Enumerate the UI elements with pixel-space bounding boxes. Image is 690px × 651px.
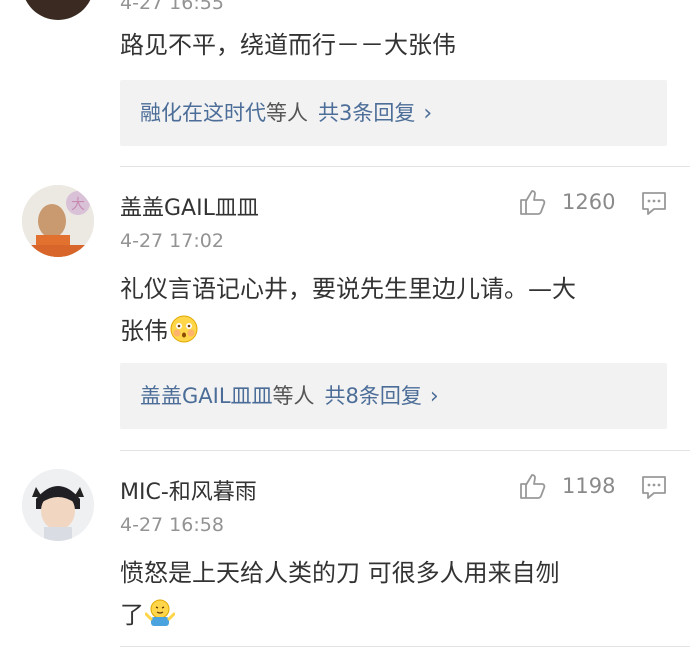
avatar[interactable]: 大 xyxy=(22,185,94,257)
reply-others-label: 等人 xyxy=(272,384,315,408)
reply-count-link[interactable]: 共8条回复 xyxy=(325,384,422,408)
like-count: 1198 xyxy=(562,474,616,498)
avatar[interactable] xyxy=(22,0,94,20)
username[interactable]: MIC-和风暮雨 xyxy=(120,474,257,506)
avatar-image xyxy=(22,469,94,541)
chevron-right-icon: › xyxy=(423,101,433,126)
avatar[interactable] xyxy=(22,469,94,541)
chevron-right-icon: › xyxy=(429,384,439,409)
comment-text: 礼仪言语记心井，要说先生里边儿请。—大 张伟 xyxy=(120,268,665,352)
comment-text-line1: 礼仪言语记心井，要说先生里边儿请。—大 xyxy=(120,275,576,303)
comment-text-line1: 愤怒是上天给人类的刀 可很多人用来自刎 xyxy=(120,559,560,587)
divider xyxy=(120,166,690,167)
shrug-emoji xyxy=(145,599,175,626)
comment-time: 4-27 16:55 xyxy=(120,0,224,14)
comment-text-line2: 了 xyxy=(120,594,665,636)
comment-text-line2-text: 了 xyxy=(120,601,144,629)
username[interactable]: 盖盖GAIL皿皿 xyxy=(120,190,259,222)
reply-others-label: 等人 xyxy=(266,101,308,125)
embarrassed-face-emoji xyxy=(170,315,198,343)
like-count: 1260 xyxy=(562,190,616,214)
comment-text-line2-text: 张伟 xyxy=(120,317,168,345)
divider xyxy=(120,450,690,451)
thumbs-up-icon[interactable] xyxy=(519,188,547,216)
comment-time: 4-27 17:02 xyxy=(120,230,224,252)
replies-summary[interactable]: 盖盖GAIL皿皿等人 共8条回复 › xyxy=(120,363,667,429)
divider xyxy=(120,646,690,647)
replies-summary[interactable]: 融化在这时代等人 共3条回复 › xyxy=(120,80,667,146)
reply-user-link[interactable]: 融化在这时代 xyxy=(140,101,266,125)
comment-time: 4-27 16:58 xyxy=(120,514,224,536)
comment-reply-icon[interactable] xyxy=(640,474,668,502)
comment-reply-icon[interactable] xyxy=(640,190,668,218)
comment-text-line2: 张伟 xyxy=(120,310,665,352)
avatar-image: 大 xyxy=(22,185,94,257)
comment-text: 愤怒是上天给人类的刀 可很多人用来自刎 了 xyxy=(120,552,665,636)
reply-count-link[interactable]: 共3条回复 xyxy=(318,101,415,125)
thumbs-up-icon[interactable] xyxy=(519,472,547,500)
comment-text: 路见不平，绕道而行－－大张伟 xyxy=(120,31,456,59)
reply-user-link[interactable]: 盖盖GAIL皿皿 xyxy=(140,384,273,408)
svg-text:大: 大 xyxy=(71,197,85,213)
